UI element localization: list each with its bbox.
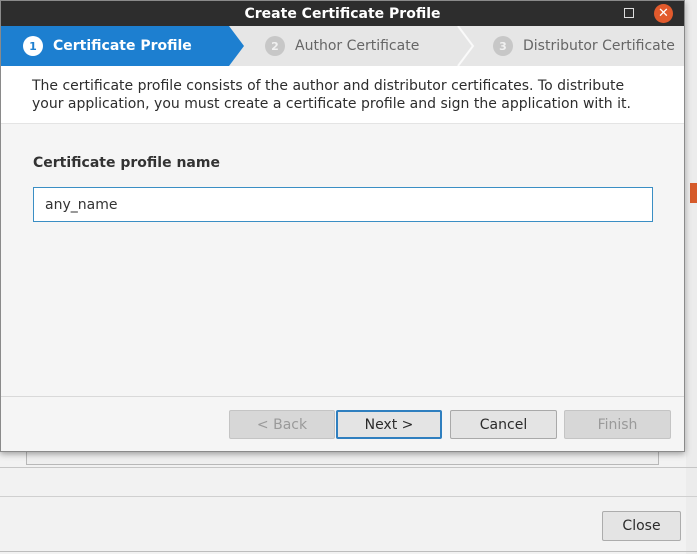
step-separator-chevron <box>457 26 475 66</box>
close-x-icon: ✕ <box>658 6 669 21</box>
description-text: The certificate profile consists of the … <box>32 78 631 112</box>
step-author-certificate: 2 Author Certificate <box>265 26 419 66</box>
profile-name-label: Certificate profile name <box>33 155 220 171</box>
footer-divider <box>1 396 684 397</box>
next-button[interactable]: Next > <box>336 410 442 439</box>
title-bar: Create Certificate Profile ✕ <box>1 1 684 26</box>
wizard-steps: 1 Certificate Profile 2 Author Certifica… <box>1 26 684 66</box>
finish-button[interactable]: Finish <box>564 410 671 439</box>
background-accent-tab <box>690 183 697 203</box>
background-divider <box>0 467 697 468</box>
step-number: 3 <box>493 36 513 56</box>
background-close-button[interactable]: Close <box>602 511 681 541</box>
profile-name-input[interactable] <box>33 187 653 222</box>
step-label: Certificate Profile <box>53 38 192 54</box>
step-number: 2 <box>265 36 285 56</box>
close-x-button[interactable]: ✕ <box>654 4 673 23</box>
step-label: Distributor Certificate <box>523 38 675 54</box>
cancel-button[interactable]: Cancel <box>450 410 557 439</box>
back-button[interactable]: < Back <box>229 410 335 439</box>
description-area: The certificate profile consists of the … <box>1 66 684 124</box>
dialog-title: Create Certificate Profile <box>244 5 441 22</box>
minimize-button[interactable] <box>624 8 634 18</box>
step-number: 1 <box>23 36 43 56</box>
background-divider <box>0 551 697 552</box>
create-certificate-profile-dialog: Create Certificate Profile ✕ 1 Certifica… <box>0 0 685 452</box>
step-label: Author Certificate <box>295 38 420 54</box>
step-certificate-profile: 1 Certificate Profile <box>1 26 245 66</box>
background-window-edge <box>686 0 697 554</box>
step-distributor-certificate: 3 Distributor Certificate <box>493 26 675 66</box>
background-divider <box>0 496 697 497</box>
